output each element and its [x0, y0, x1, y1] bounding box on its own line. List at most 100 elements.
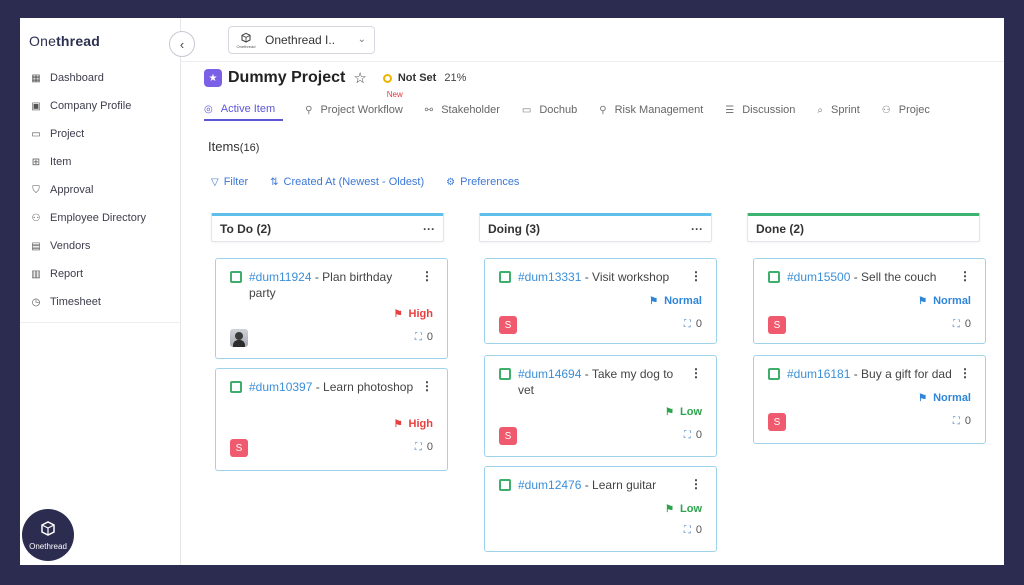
priority-badge[interactable]: ⚑ Low — [665, 406, 702, 418]
kebab-menu-icon[interactable]: ⋮ — [421, 379, 433, 393]
more-icon[interactable]: ··· — [423, 222, 435, 236]
assignee-avatar[interactable]: S — [499, 427, 517, 445]
tab-discussion[interactable]: ☰ Discussion — [725, 99, 795, 121]
flag-icon: ⚑ — [918, 392, 928, 404]
item-card[interactable]: #dum10397 - Learn photoshop ⋮ ⚑ High S ⛶ 0 — [215, 368, 448, 471]
tab-project-workflow[interactable]: ⚲ Project Workflow New — [305, 90, 403, 121]
subtask-count: ⛶ 0 — [414, 441, 433, 453]
flag-icon: ⚑ — [649, 295, 659, 307]
item-id[interactable]: #dum10397 — [249, 380, 312, 394]
kebab-menu-icon[interactable]: ⋮ — [690, 477, 702, 491]
filter-button[interactable]: ▽ Filter — [211, 176, 248, 188]
assignee-avatar[interactable]: S — [230, 439, 248, 457]
avatar[interactable] — [230, 329, 248, 347]
sidebar-item-company-profile[interactable]: ▣ Company Profile — [20, 92, 180, 120]
sidebar-item-dashboard[interactable]: ▦ Dashboard — [20, 64, 180, 92]
dashboard-icon: ▦ — [31, 72, 41, 84]
column-done: Done (2) — [747, 213, 980, 242]
item-card[interactable]: #dum12476 - Learn guitar ⋮ ⚑ Low ⛶ 0 — [484, 466, 717, 552]
tab-label: Projec — [898, 104, 930, 116]
item-id[interactable]: #dum16181 — [787, 367, 850, 381]
tab-label: Discussion — [742, 104, 796, 116]
clock-icon: ◷ — [31, 296, 41, 308]
sidebar-item-item[interactable]: ⊞ Item — [20, 148, 180, 176]
flag-icon: ⚑ — [918, 295, 928, 307]
kebab-menu-icon[interactable]: ⋮ — [690, 366, 702, 380]
subtask-count: ⛶ 0 — [683, 429, 702, 441]
folder-icon: ▭ — [31, 128, 41, 140]
checkbox[interactable] — [230, 271, 242, 283]
column-header: Doing (3) ··· — [479, 213, 712, 242]
checkbox[interactable] — [768, 271, 780, 283]
sidebar-item-timesheet[interactable]: ◷ Timesheet — [20, 288, 180, 316]
sidebar-nav: ▦ Dashboard ▣ Company Profile ▭ Project ⊞ It… — [20, 64, 180, 323]
item-id[interactable]: #dum14694 — [518, 367, 581, 381]
item-card[interactable]: #dum11924 - Plan birthday party ⋮ ⚑ High … — [215, 258, 448, 359]
assignee-avatar[interactable]: S — [768, 413, 786, 431]
collapse-sidebar-button[interactable]: ‹ — [169, 31, 195, 57]
item-card[interactable]: #dum15500 - Sell the couch ⋮ ⚑ Normal S ⛶… — [753, 258, 986, 344]
priority-badge[interactable]: ⚑ Low — [665, 503, 702, 515]
checkbox[interactable] — [230, 381, 242, 393]
subtask-icon: ⛶ — [952, 318, 960, 330]
star-icon[interactable]: ☆ — [353, 69, 366, 87]
sidebar-item-label: Project — [50, 128, 85, 140]
sidebar-item-label: Report — [50, 268, 84, 280]
card-title: #dum13331 - Visit workshop — [499, 269, 702, 285]
workspace-logo-caption: Onethread — [236, 43, 256, 49]
sidebar-item-vendors[interactable]: ▤ Vendors — [20, 232, 180, 260]
checkbox[interactable] — [499, 271, 511, 283]
checkbox[interactable] — [768, 368, 780, 380]
item-id[interactable]: #dum13331 — [518, 270, 581, 284]
sidebar-item-project[interactable]: ▭ Project — [20, 120, 180, 148]
item-id[interactable]: #dum12476 — [518, 478, 581, 492]
item-id[interactable]: #dum11924 — [249, 270, 312, 284]
tab-projects[interactable]: ⚇ Projec — [882, 99, 930, 121]
tab-stakeholder[interactable]: ⚯ Stakeholder — [425, 99, 500, 121]
tab-risk-management[interactable]: ⚲ Risk Management — [599, 99, 703, 121]
more-icon[interactable]: ··· — [691, 222, 703, 236]
sidebar-item-employee-directory[interactable]: ⚇ Employee Directory — [20, 204, 180, 232]
checkbox[interactable] — [499, 368, 511, 380]
project-status[interactable]: Not Set — [398, 72, 437, 84]
tab-dochub[interactable]: ▭ Dochub — [522, 99, 577, 121]
workspace-name: Onethread I.. — [265, 33, 336, 47]
preferences-button[interactable]: ⚙ Preferences — [446, 176, 519, 188]
item-card[interactable]: #dum14694 - Take my dog to vet ⋮ ⚑ Low S … — [484, 355, 717, 457]
sidebar-item-report[interactable]: ▥ Report — [20, 260, 180, 288]
vendor-icon: ▤ — [31, 240, 41, 252]
people-icon: ⚇ — [31, 212, 41, 224]
sidebar-item-approval[interactable]: ⛉ Approval — [20, 176, 180, 204]
kebab-menu-icon[interactable]: ⋮ — [690, 269, 702, 283]
workspace-logo: Onethread — [235, 30, 257, 50]
item-card[interactable]: #dum13331 - Visit workshop ⋮ ⚑ Normal S ⛶… — [484, 258, 717, 344]
brand-logo[interactable]: Onethread — [29, 33, 100, 49]
workspace-select[interactable]: Onethread Onethread I.. ⌄ — [228, 26, 375, 54]
kebab-menu-icon[interactable]: ⋮ — [959, 366, 971, 380]
checkbox[interactable] — [499, 479, 511, 491]
tab-active-item[interactable]: ◎ Active Item — [204, 99, 284, 121]
discussion-icon: ☰ — [725, 104, 735, 116]
project-progress: 21% — [444, 72, 467, 84]
priority-badge[interactable]: ⚑ High — [394, 418, 433, 430]
priority-badge[interactable]: ⚑ Normal — [918, 392, 971, 404]
gear-icon: ⚙ — [446, 176, 456, 188]
shield-check-icon: ⛉ — [32, 184, 40, 196]
onethread-logo-icon — [41, 521, 55, 536]
subtask-count: ⛶ 0 — [414, 331, 433, 343]
assignee-avatar[interactable]: S — [768, 316, 786, 334]
tab-sprint[interactable]: ⌕ Sprint — [817, 99, 859, 121]
assignee-avatar[interactable]: S — [499, 316, 517, 334]
preferences-label: Preferences — [460, 176, 520, 188]
priority-badge[interactable]: ⚑ Normal — [649, 295, 702, 307]
priority-badge[interactable]: ⚑ High — [394, 308, 433, 320]
kebab-menu-icon[interactable]: ⋮ — [421, 269, 433, 283]
sort-button[interactable]: ⇅ Created At (Newest - Oldest) — [270, 176, 424, 188]
check-circle-icon: ◎ — [204, 103, 213, 115]
priority-badge[interactable]: ⚑ Normal — [918, 295, 971, 307]
item-id[interactable]: #dum15500 — [787, 270, 850, 284]
item-card[interactable]: #dum16181 - Buy a gift for dad ⋮ ⚑ Normal… — [753, 355, 986, 444]
kebab-menu-icon[interactable]: ⋮ — [959, 269, 971, 283]
new-badge: New — [386, 90, 403, 99]
sidebar-item-label: Approval — [50, 184, 94, 196]
